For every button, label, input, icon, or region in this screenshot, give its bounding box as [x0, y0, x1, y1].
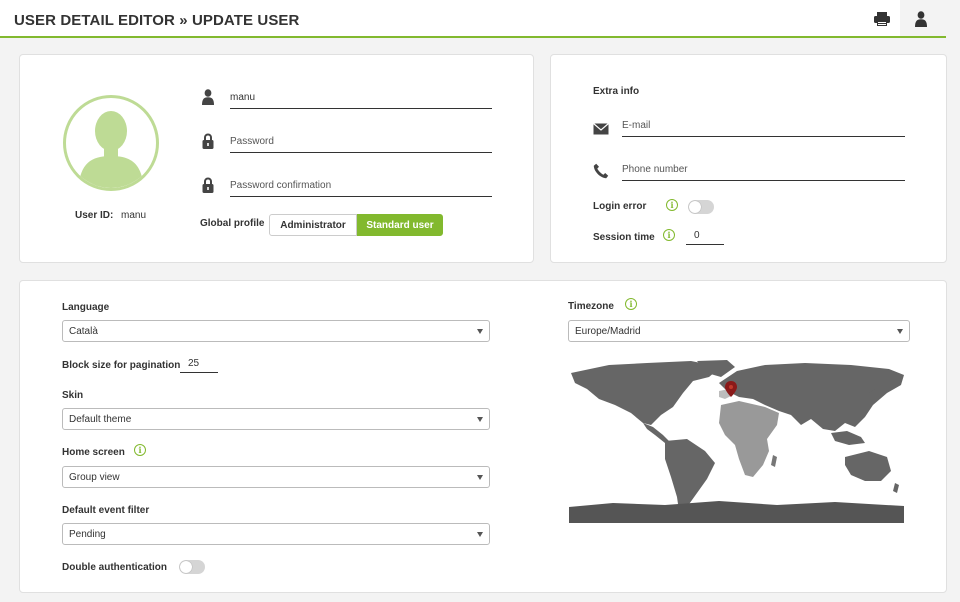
- timezone-label: Timezone: [568, 301, 614, 312]
- block-size-value: 25: [188, 358, 200, 369]
- lock-icon: [200, 132, 216, 150]
- login-error-label: Login error: [593, 201, 647, 212]
- timezone-select[interactable]: Europe/Madrid: [568, 320, 910, 342]
- user-icon[interactable]: [911, 9, 931, 29]
- password-field[interactable]: Password: [230, 133, 492, 153]
- extra-info-title: Extra info: [593, 86, 640, 97]
- home-screen-label: Home screen: [62, 447, 125, 458]
- skin-select[interactable]: Default theme: [62, 408, 490, 430]
- phone-number-field[interactable]: Phone number: [622, 161, 905, 181]
- block-size-label: Block size for pagination: [62, 360, 181, 371]
- user-id-value: manu: [121, 210, 147, 221]
- default-event-filter-label: Default event filter: [62, 505, 150, 516]
- default-event-filter-select[interactable]: Pending: [62, 523, 490, 545]
- home-screen-value: Group view: [69, 472, 120, 483]
- user-icon: [200, 88, 216, 106]
- username-value: manu: [230, 92, 256, 103]
- printer-icon[interactable]: [872, 9, 892, 29]
- chevron-down-icon: [477, 329, 483, 334]
- chevron-down-icon: [477, 417, 483, 422]
- double-authentication-label: Double authentication: [62, 562, 167, 573]
- settings-panel: Language Català Block size for paginatio…: [19, 280, 947, 593]
- toggle-knob: [689, 201, 701, 213]
- double-authentication-toggle[interactable]: [179, 560, 205, 574]
- skin-label: Skin: [62, 390, 84, 401]
- session-time-value: 0: [694, 230, 700, 241]
- block-size-input[interactable]: 25: [180, 357, 218, 373]
- language-value: Català: [69, 326, 98, 337]
- lock-icon: [200, 176, 216, 194]
- info-icon: i: [625, 298, 637, 310]
- username-field[interactable]: manu: [230, 89, 492, 109]
- chevron-down-icon: [477, 532, 483, 537]
- timezone-value: Europe/Madrid: [575, 326, 641, 337]
- global-profile-label: Global profile: [200, 218, 265, 229]
- language-label: Language: [62, 302, 110, 313]
- avatar: [63, 95, 159, 191]
- extra-info-panel: Extra info E-mail Phone number Login err…: [550, 54, 947, 263]
- password-confirmation-field[interactable]: Password confirmation: [230, 177, 492, 197]
- info-icon: i: [663, 229, 675, 241]
- session-time-label: Session time: [593, 232, 655, 243]
- chevron-down-icon: [897, 329, 903, 334]
- global-profile-toggle: Administrator Standard user: [269, 214, 443, 236]
- page-header: USER DETAIL EDITOR » UPDATE USER: [0, 0, 946, 38]
- home-screen-select[interactable]: Group view: [62, 466, 490, 488]
- language-select[interactable]: Català: [62, 320, 490, 342]
- timezone-world-map[interactable]: [569, 359, 904, 523]
- envelope-icon: [593, 120, 609, 138]
- phone-icon: [593, 162, 609, 180]
- email-placeholder: E-mail: [622, 120, 651, 131]
- page-title: USER DETAIL EDITOR » UPDATE USER: [14, 12, 300, 29]
- default-event-filter-value: Pending: [69, 529, 106, 540]
- administrator-button[interactable]: Administrator: [269, 214, 357, 236]
- info-icon: i: [666, 199, 678, 211]
- toggle-knob: [180, 561, 192, 573]
- chevron-down-icon: [477, 475, 483, 480]
- email-field[interactable]: E-mail: [622, 117, 905, 137]
- user-id-label: User ID:: [75, 210, 114, 221]
- phone-number-placeholder: Phone number: [622, 164, 688, 175]
- password-confirmation-placeholder: Password confirmation: [230, 180, 332, 191]
- standard-user-button[interactable]: Standard user: [357, 214, 443, 236]
- password-placeholder: Password: [230, 136, 274, 147]
- session-time-input[interactable]: 0: [686, 229, 724, 245]
- login-error-toggle[interactable]: [688, 200, 714, 214]
- skin-value: Default theme: [69, 414, 132, 425]
- info-icon: i: [134, 444, 146, 456]
- profile-panel: User ID: manu manu Password Password con…: [19, 54, 534, 263]
